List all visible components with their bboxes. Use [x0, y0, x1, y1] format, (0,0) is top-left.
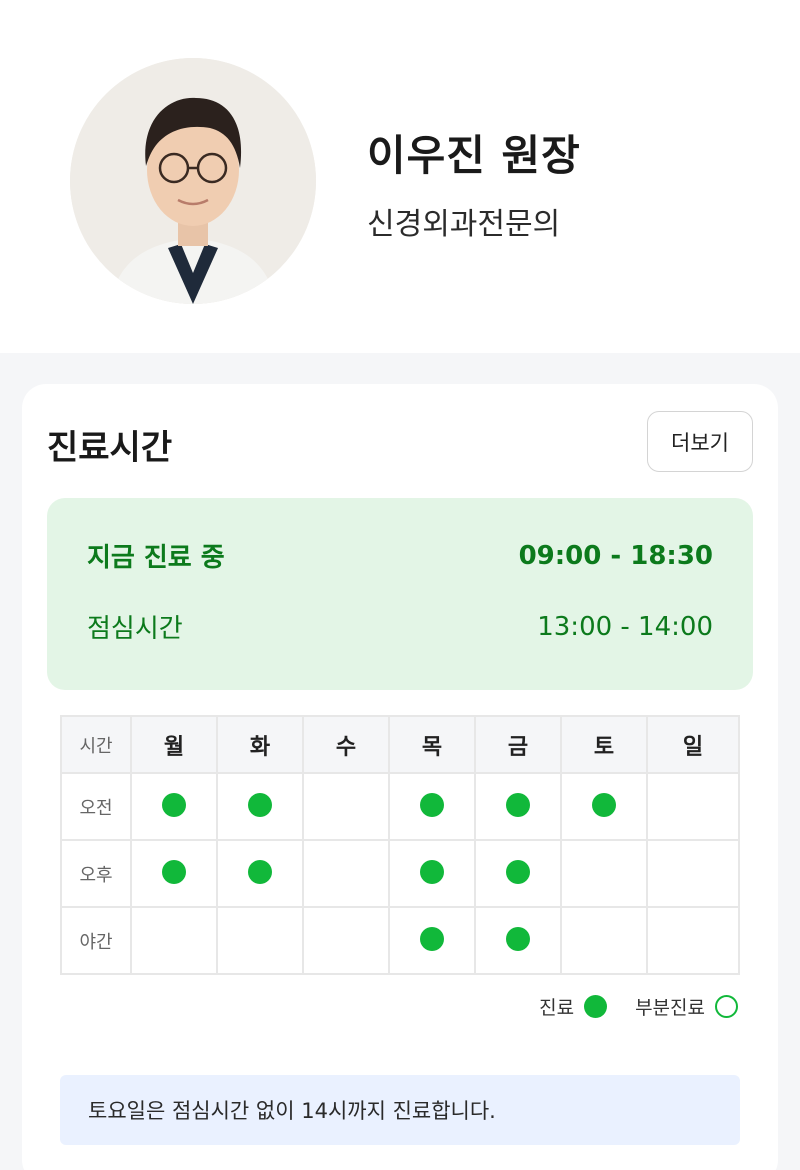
- schedule-cell: [388, 839, 476, 908]
- schedule-cell: [302, 839, 390, 908]
- more-button[interactable]: 더보기: [647, 411, 753, 472]
- day-header-thu: 목: [388, 715, 476, 774]
- day-header-tue: 화: [216, 715, 304, 774]
- open-dot: [420, 792, 444, 817]
- period-label: 야간: [60, 906, 132, 975]
- period-label: 오후: [60, 839, 132, 908]
- section-title: 진료시간: [47, 428, 173, 468]
- open-dot: [162, 792, 186, 817]
- status-box: 지금 진료 중 09:00 - 18:30 점심시간 13:00 - 14:00: [47, 498, 753, 690]
- legend-partial-label: 부분진료: [635, 997, 705, 1019]
- schedule-row-night: 야간: [60, 906, 740, 975]
- lunch-label: 점심시간: [87, 614, 183, 644]
- schedule-cell: [130, 772, 218, 841]
- day-header-fri: 금: [474, 715, 562, 774]
- schedule-cell: [646, 772, 740, 841]
- schedule-table: 시간 월 화 수 목 금 토 일 오전 오후 야간: [60, 715, 740, 975]
- schedule-cell: [646, 906, 740, 975]
- schedule-cell: [130, 906, 218, 975]
- open-dot: [592, 792, 616, 817]
- schedule-cell: [388, 772, 476, 841]
- open-dot: [506, 792, 530, 817]
- doctor-profile: 이우진 원장 신경외과전문의: [0, 0, 800, 353]
- notice-banner: 토요일은 점심시간 없이 14시까지 진료합니다.: [60, 1075, 740, 1145]
- schedule-header-row: 시간 월 화 수 목 금 토 일: [60, 715, 740, 774]
- schedule-cell: [302, 906, 390, 975]
- day-header-sat: 토: [560, 715, 648, 774]
- status-time: 09:00 - 18:30: [518, 540, 713, 571]
- schedule-cell: [560, 839, 648, 908]
- status-label: 지금 진료 중: [87, 543, 225, 573]
- open-dot: [506, 859, 530, 884]
- period-label: 오전: [60, 772, 132, 841]
- open-dot: [248, 859, 272, 884]
- schedule-cell: [216, 772, 304, 841]
- doctor-avatar: [70, 58, 316, 304]
- doctor-specialty: 신경외과전문의: [367, 207, 561, 242]
- time-header: 시간: [60, 715, 132, 774]
- open-dot: [248, 792, 272, 817]
- open-dot: [420, 859, 444, 884]
- clinic-hours-card: 진료시간 더보기 지금 진료 중 09:00 - 18:30 점심시간 13:0…: [22, 384, 778, 1170]
- schedule-cell: [302, 772, 390, 841]
- schedule-row-morning: 오전: [60, 772, 740, 841]
- schedule-cell: [474, 839, 562, 908]
- doctor-name: 이우진 원장: [367, 131, 581, 180]
- schedule-cell: [560, 906, 648, 975]
- schedule-row-afternoon: 오후: [60, 839, 740, 908]
- schedule-legend: 진료 부분진료: [539, 993, 738, 1020]
- schedule-cell: [474, 772, 562, 841]
- open-dot: [162, 859, 186, 884]
- open-dot: [506, 926, 530, 951]
- day-header-sun: 일: [646, 715, 740, 774]
- day-header-mon: 월: [130, 715, 218, 774]
- schedule-cell: [560, 772, 648, 841]
- lunch-row: 점심시간 13:00 - 14:00: [87, 608, 713, 645]
- schedule-cell: [130, 839, 218, 908]
- schedule-cell: [474, 906, 562, 975]
- day-header-wed: 수: [302, 715, 390, 774]
- schedule-cell: [388, 906, 476, 975]
- current-status-row: 지금 진료 중 09:00 - 18:30: [87, 537, 713, 574]
- schedule-cell: [216, 839, 304, 908]
- filled-dot-icon: [584, 995, 608, 1018]
- schedule-cell: [646, 839, 740, 908]
- schedule-cell: [216, 906, 304, 975]
- legend-full-label: 진료: [539, 997, 575, 1019]
- lunch-time: 13:00 - 14:00: [537, 611, 713, 642]
- outline-dot-icon: [715, 995, 738, 1018]
- open-dot: [420, 926, 444, 951]
